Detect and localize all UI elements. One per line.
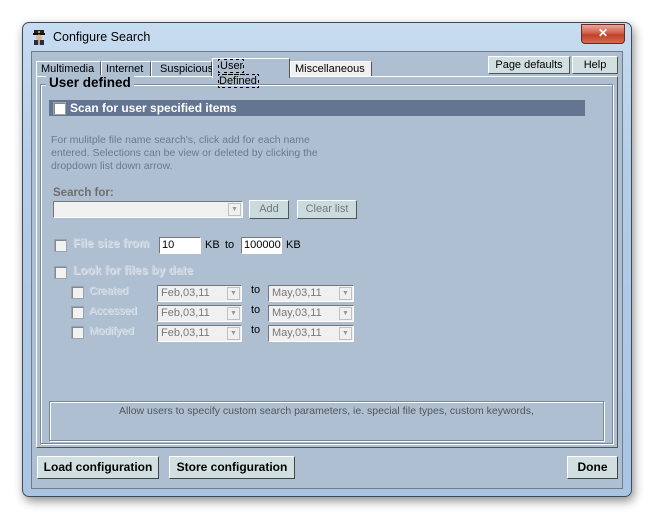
created-from-date[interactable]: Feb,03,11 ▼ bbox=[157, 285, 242, 302]
scan-user-items-checkbox[interactable] bbox=[53, 102, 66, 115]
accessed-to-date[interactable]: May,03,11 ▼ bbox=[268, 305, 354, 322]
created-checkbox[interactable] bbox=[71, 286, 84, 299]
chevron-down-icon[interactable]: ▼ bbox=[339, 307, 352, 320]
page-defaults-button[interactable]: Page defaults bbox=[488, 56, 570, 74]
chevron-down-icon[interactable]: ▼ bbox=[227, 307, 240, 320]
tab-user-defined[interactable]: User Defined bbox=[212, 58, 290, 88]
modified-checkbox[interactable] bbox=[71, 326, 84, 339]
close-icon: ✕ bbox=[597, 26, 609, 40]
to-unit-label: KB bbox=[286, 239, 301, 251]
window-title: Configure Search bbox=[53, 30, 151, 44]
chevron-down-icon[interactable]: ▼ bbox=[339, 327, 352, 340]
clear-list-button[interactable]: Clear list bbox=[297, 200, 357, 219]
created-label: Created bbox=[89, 285, 129, 297]
scan-user-items-bar[interactable]: Scan for user specified items bbox=[49, 100, 585, 116]
search-for-label: Search for: bbox=[53, 187, 114, 199]
file-size-from-input[interactable]: 10 bbox=[159, 237, 201, 254]
configure-search-window: Configure Search ✕ Multimedia Internet S… bbox=[22, 22, 632, 497]
chevron-down-icon[interactable]: ▼ bbox=[228, 203, 241, 216]
user-defined-group: User defined Scan for user specified ite… bbox=[40, 75, 613, 444]
search-instructions: For mulitple file name search's, click a… bbox=[51, 134, 318, 172]
tab-page-user-defined: User defined Scan for user specified ite… bbox=[36, 75, 618, 448]
file-size-checkbox[interactable] bbox=[54, 239, 67, 252]
file-size-label: File size from bbox=[73, 238, 150, 250]
from-unit-label: KB bbox=[205, 239, 220, 251]
created-to-label: to bbox=[251, 284, 261, 296]
load-configuration-button[interactable]: Load configuration bbox=[37, 456, 159, 479]
chevron-down-icon[interactable]: ▼ bbox=[227, 287, 240, 300]
chevron-down-icon[interactable]: ▼ bbox=[227, 327, 240, 340]
look-by-date-checkbox[interactable] bbox=[54, 266, 67, 279]
description-text: Allow users to specify custom search par… bbox=[119, 405, 534, 417]
modified-to-label: to bbox=[251, 324, 261, 336]
accessed-label: Accessed bbox=[89, 305, 137, 317]
file-size-to-label: to bbox=[225, 239, 235, 251]
title-bar[interactable]: Configure Search ✕ bbox=[23, 23, 631, 51]
modified-label: Modifyed bbox=[89, 325, 134, 337]
tab-miscellaneous[interactable]: Miscellaneous bbox=[290, 61, 372, 77]
add-button[interactable]: Add bbox=[249, 200, 289, 219]
police-officer-icon bbox=[33, 30, 45, 45]
created-to-date[interactable]: May,03,11 ▼ bbox=[268, 285, 354, 302]
accessed-to-label: to bbox=[251, 304, 261, 316]
accessed-checkbox[interactable] bbox=[71, 306, 84, 319]
look-by-date-label: Look for files by date bbox=[73, 265, 194, 277]
description-box: Allow users to specify custom search par… bbox=[49, 401, 604, 441]
chevron-down-icon[interactable]: ▼ bbox=[339, 287, 352, 300]
search-for-combobox[interactable]: ▼ bbox=[53, 201, 243, 218]
done-button[interactable]: Done bbox=[567, 456, 618, 479]
close-button[interactable]: ✕ bbox=[581, 24, 625, 44]
modified-from-date[interactable]: Feb,03,11 ▼ bbox=[157, 325, 242, 342]
modified-to-date[interactable]: May,03,11 ▼ bbox=[268, 325, 354, 342]
accessed-from-date[interactable]: Feb,03,11 ▼ bbox=[157, 305, 242, 322]
store-configuration-button[interactable]: Store configuration bbox=[169, 456, 295, 479]
dialog-client-area: Multimedia Internet Suspicious User Defi… bbox=[31, 51, 623, 489]
tab-suspicious[interactable]: Suspicious bbox=[151, 61, 213, 77]
group-title: User defined bbox=[46, 75, 134, 90]
scan-user-items-label: Scan for user specified items bbox=[70, 101, 237, 115]
help-button[interactable]: Help bbox=[572, 56, 618, 74]
file-size-to-input[interactable]: 100000 bbox=[241, 237, 282, 254]
